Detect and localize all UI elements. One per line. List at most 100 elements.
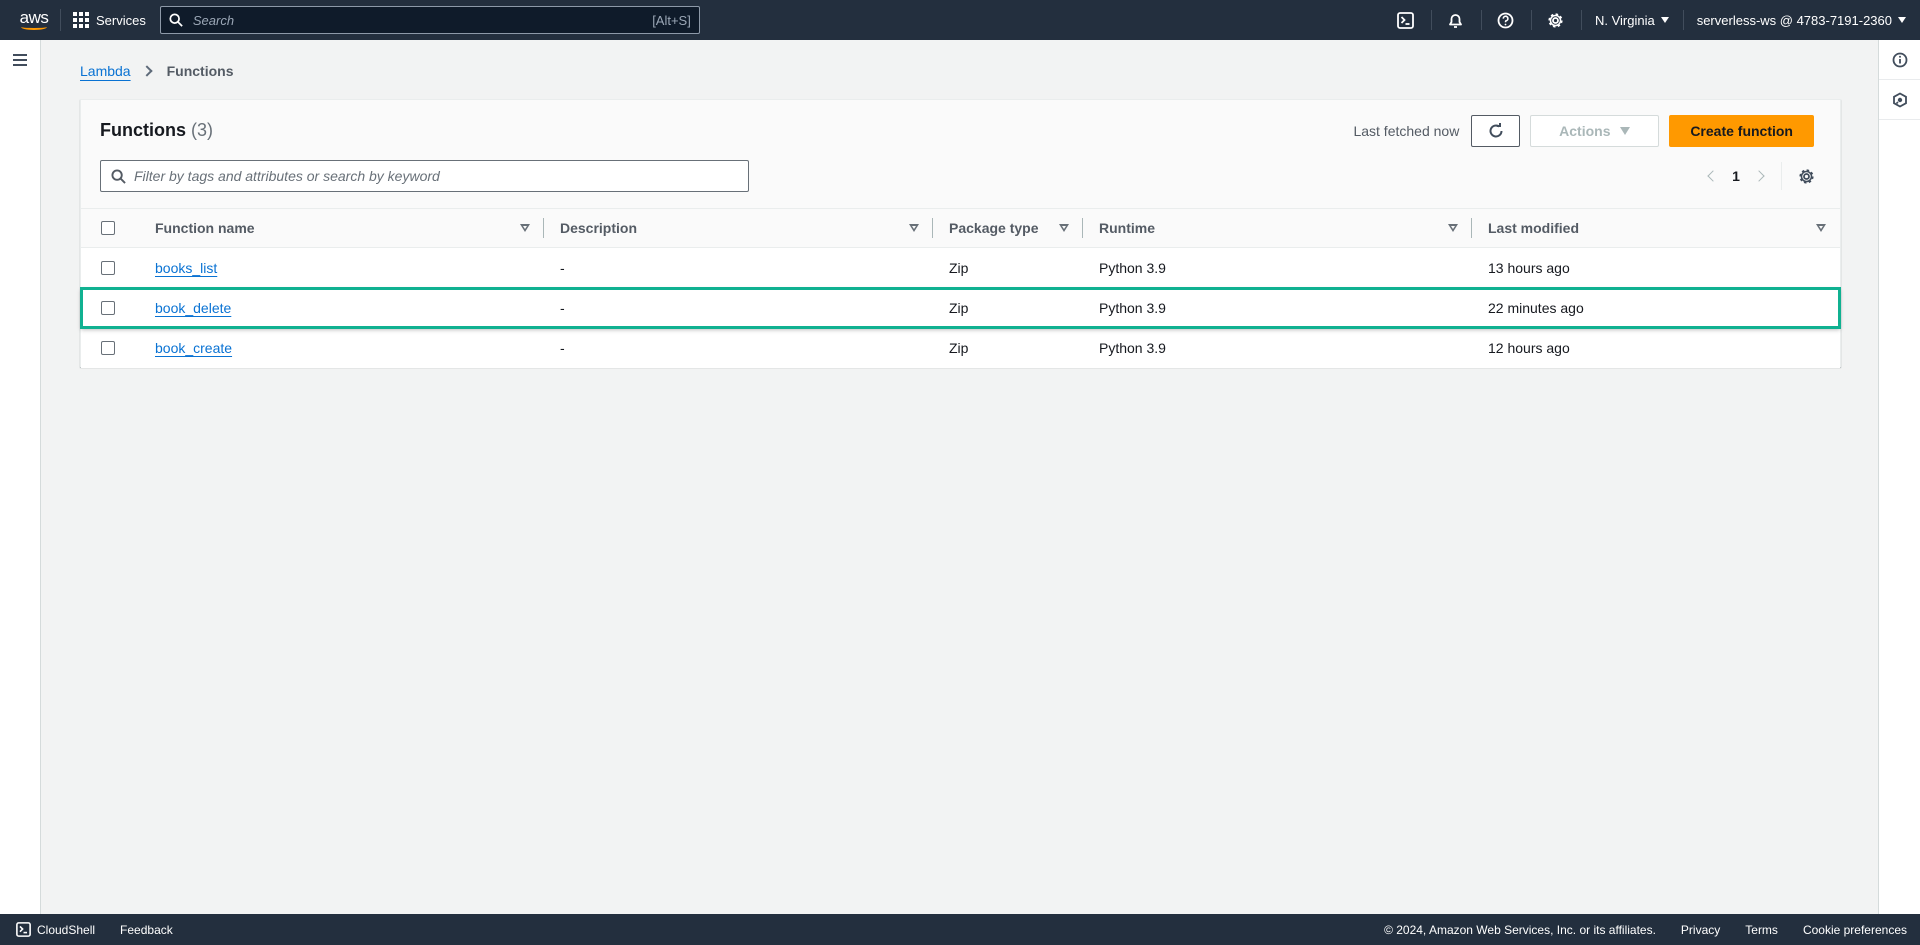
aws-logo[interactable]: aws xyxy=(8,0,60,40)
column-header-package-type[interactable]: Package type xyxy=(933,208,1083,248)
settings-button[interactable] xyxy=(1530,0,1581,40)
package-type-cell: Zip xyxy=(949,259,969,276)
help-icon xyxy=(1498,12,1514,28)
table-row[interactable]: book_create - Zip Python 3.9 12 hours ag… xyxy=(81,328,1840,368)
help-button[interactable] xyxy=(1480,0,1531,40)
search-shortcut-hint: [Alt+S] xyxy=(652,12,691,28)
region-selector[interactable]: N. Virginia xyxy=(1580,0,1683,40)
feedback-link[interactable]: Feedback xyxy=(120,923,173,937)
description-cell: - xyxy=(560,299,565,316)
info-icon xyxy=(1892,52,1907,67)
panel-title: Functions (3) xyxy=(100,120,213,141)
breadcrumb-current: Functions xyxy=(166,63,234,79)
panel-title-text: Functions xyxy=(100,120,186,140)
nav-divider xyxy=(60,9,61,31)
package-type-cell: Zip xyxy=(949,340,969,356)
chevron-right-icon xyxy=(1753,170,1765,182)
sort-icon[interactable] xyxy=(909,224,919,232)
column-label: Package type xyxy=(949,220,1039,236)
column-header-runtime[interactable]: Runtime xyxy=(1083,208,1472,248)
pagination: 1 xyxy=(1699,162,1816,190)
sort-icon[interactable] xyxy=(1448,224,1458,232)
filter-search[interactable] xyxy=(100,160,749,192)
function-name-cell: books_list xyxy=(155,248,544,288)
previous-page-button[interactable] xyxy=(1699,162,1723,190)
left-navigation-rail xyxy=(0,40,41,914)
column-label: Function name xyxy=(155,220,255,236)
sort-icon[interactable] xyxy=(520,224,530,232)
function-link[interactable]: books_list xyxy=(155,260,217,276)
next-page-button[interactable] xyxy=(1749,162,1773,190)
column-label: Last modified xyxy=(1488,220,1580,236)
function-link[interactable]: book_create xyxy=(155,340,232,356)
filter-input[interactable] xyxy=(134,168,738,184)
account-label: serverless-ws @ 4783-7191-2360 xyxy=(1696,12,1892,28)
cloudshell-button[interactable] xyxy=(1381,0,1431,40)
hexagon-tutorial-icon xyxy=(1892,91,1907,108)
runtime-cell: Python 3.9 xyxy=(1099,340,1166,356)
table-preferences-button[interactable] xyxy=(1796,166,1816,186)
caret-down-icon xyxy=(1660,17,1669,23)
last-modified-cell: 13 hours ago xyxy=(1488,259,1570,276)
global-search[interactable]: [Alt+S] xyxy=(159,6,700,34)
column-header-last-modified[interactable]: Last modified xyxy=(1472,208,1840,248)
function-name-cell: book_delete xyxy=(155,288,544,328)
refresh-icon xyxy=(1489,123,1503,138)
table-row[interactable]: books_list - Zip Python 3.9 13 hours ago xyxy=(81,248,1840,288)
sort-icon[interactable] xyxy=(1059,224,1069,232)
top-navigation: aws Services [Alt+S] N. Virginia serv xyxy=(0,0,1920,40)
last-modified-cell: 12 hours ago xyxy=(1488,340,1570,356)
description-cell: - xyxy=(560,340,565,356)
console-footer: CloudShell Feedback © 2024, Amazon Web S… xyxy=(0,914,1920,945)
aws-logo-text: aws xyxy=(19,7,49,27)
column-header-description[interactable]: Description xyxy=(544,208,933,248)
row-select-cell xyxy=(81,288,155,328)
function-link[interactable]: book_delete xyxy=(155,300,231,316)
chevron-left-icon xyxy=(1707,170,1719,182)
last-fetched-status: Last fetched now xyxy=(1353,123,1460,139)
select-all-checkbox[interactable] xyxy=(101,221,115,235)
breadcrumb-lambda-link[interactable]: Lambda xyxy=(80,63,131,79)
runtime-cell: Python 3.9 xyxy=(1099,259,1166,276)
privacy-link[interactable]: Privacy xyxy=(1681,923,1720,937)
sort-icon[interactable] xyxy=(1816,224,1826,232)
runtime-cell: Python 3.9 xyxy=(1099,299,1166,316)
tutorials-panel-button[interactable] xyxy=(1879,80,1920,120)
row-checkbox[interactable] xyxy=(101,300,115,315)
table-row-highlighted[interactable]: book_delete - Zip Python 3.9 22 minutes … xyxy=(80,287,1841,329)
search-icon xyxy=(169,13,183,27)
menu-icon[interactable] xyxy=(13,54,27,69)
actions-label: Actions xyxy=(1559,123,1611,139)
row-checkbox[interactable] xyxy=(101,341,115,355)
region-label: N. Virginia xyxy=(1594,12,1655,28)
global-search-input[interactable] xyxy=(192,12,653,28)
info-panel-button[interactable] xyxy=(1879,40,1920,80)
copyright-text: © 2024, Amazon Web Services, Inc. or its… xyxy=(1384,922,1656,937)
functions-table: Function name Description Package type R… xyxy=(80,208,1841,368)
terms-link[interactable]: Terms xyxy=(1745,923,1778,937)
refresh-button[interactable] xyxy=(1471,115,1521,147)
header-select-cell xyxy=(81,208,155,248)
caret-down-icon xyxy=(1898,17,1906,23)
header-actions: Last fetched now Actions Create function xyxy=(1353,115,1814,147)
functions-panel: Functions (3) Last fetched now Actions C… xyxy=(80,99,1841,368)
function-name-cell: book_create xyxy=(155,328,544,368)
account-menu[interactable]: serverless-ws @ 4783-7191-2360 xyxy=(1682,0,1920,40)
actions-dropdown-button[interactable]: Actions xyxy=(1530,115,1660,147)
cloudshell-icon xyxy=(1397,11,1415,29)
caret-down-icon xyxy=(1620,127,1631,135)
column-label: Runtime xyxy=(1099,220,1155,236)
create-function-button[interactable]: Create function xyxy=(1669,115,1814,147)
notifications-button[interactable] xyxy=(1430,0,1481,40)
row-select-cell xyxy=(81,328,155,368)
column-header-function-name[interactable]: Function name xyxy=(155,208,544,248)
row-checkbox[interactable] xyxy=(101,260,115,275)
pagination-divider xyxy=(1781,162,1782,190)
page-number-button[interactable]: 1 xyxy=(1723,168,1749,184)
bell-icon xyxy=(1449,13,1463,28)
last-modified-cell: 22 minutes ago xyxy=(1488,299,1584,316)
cloudshell-footer-button[interactable]: CloudShell xyxy=(16,922,95,937)
services-menu-button[interactable]: Services xyxy=(73,12,146,28)
gear-icon xyxy=(1798,168,1814,184)
cookie-preferences-link[interactable]: Cookie preferences xyxy=(1803,923,1907,937)
